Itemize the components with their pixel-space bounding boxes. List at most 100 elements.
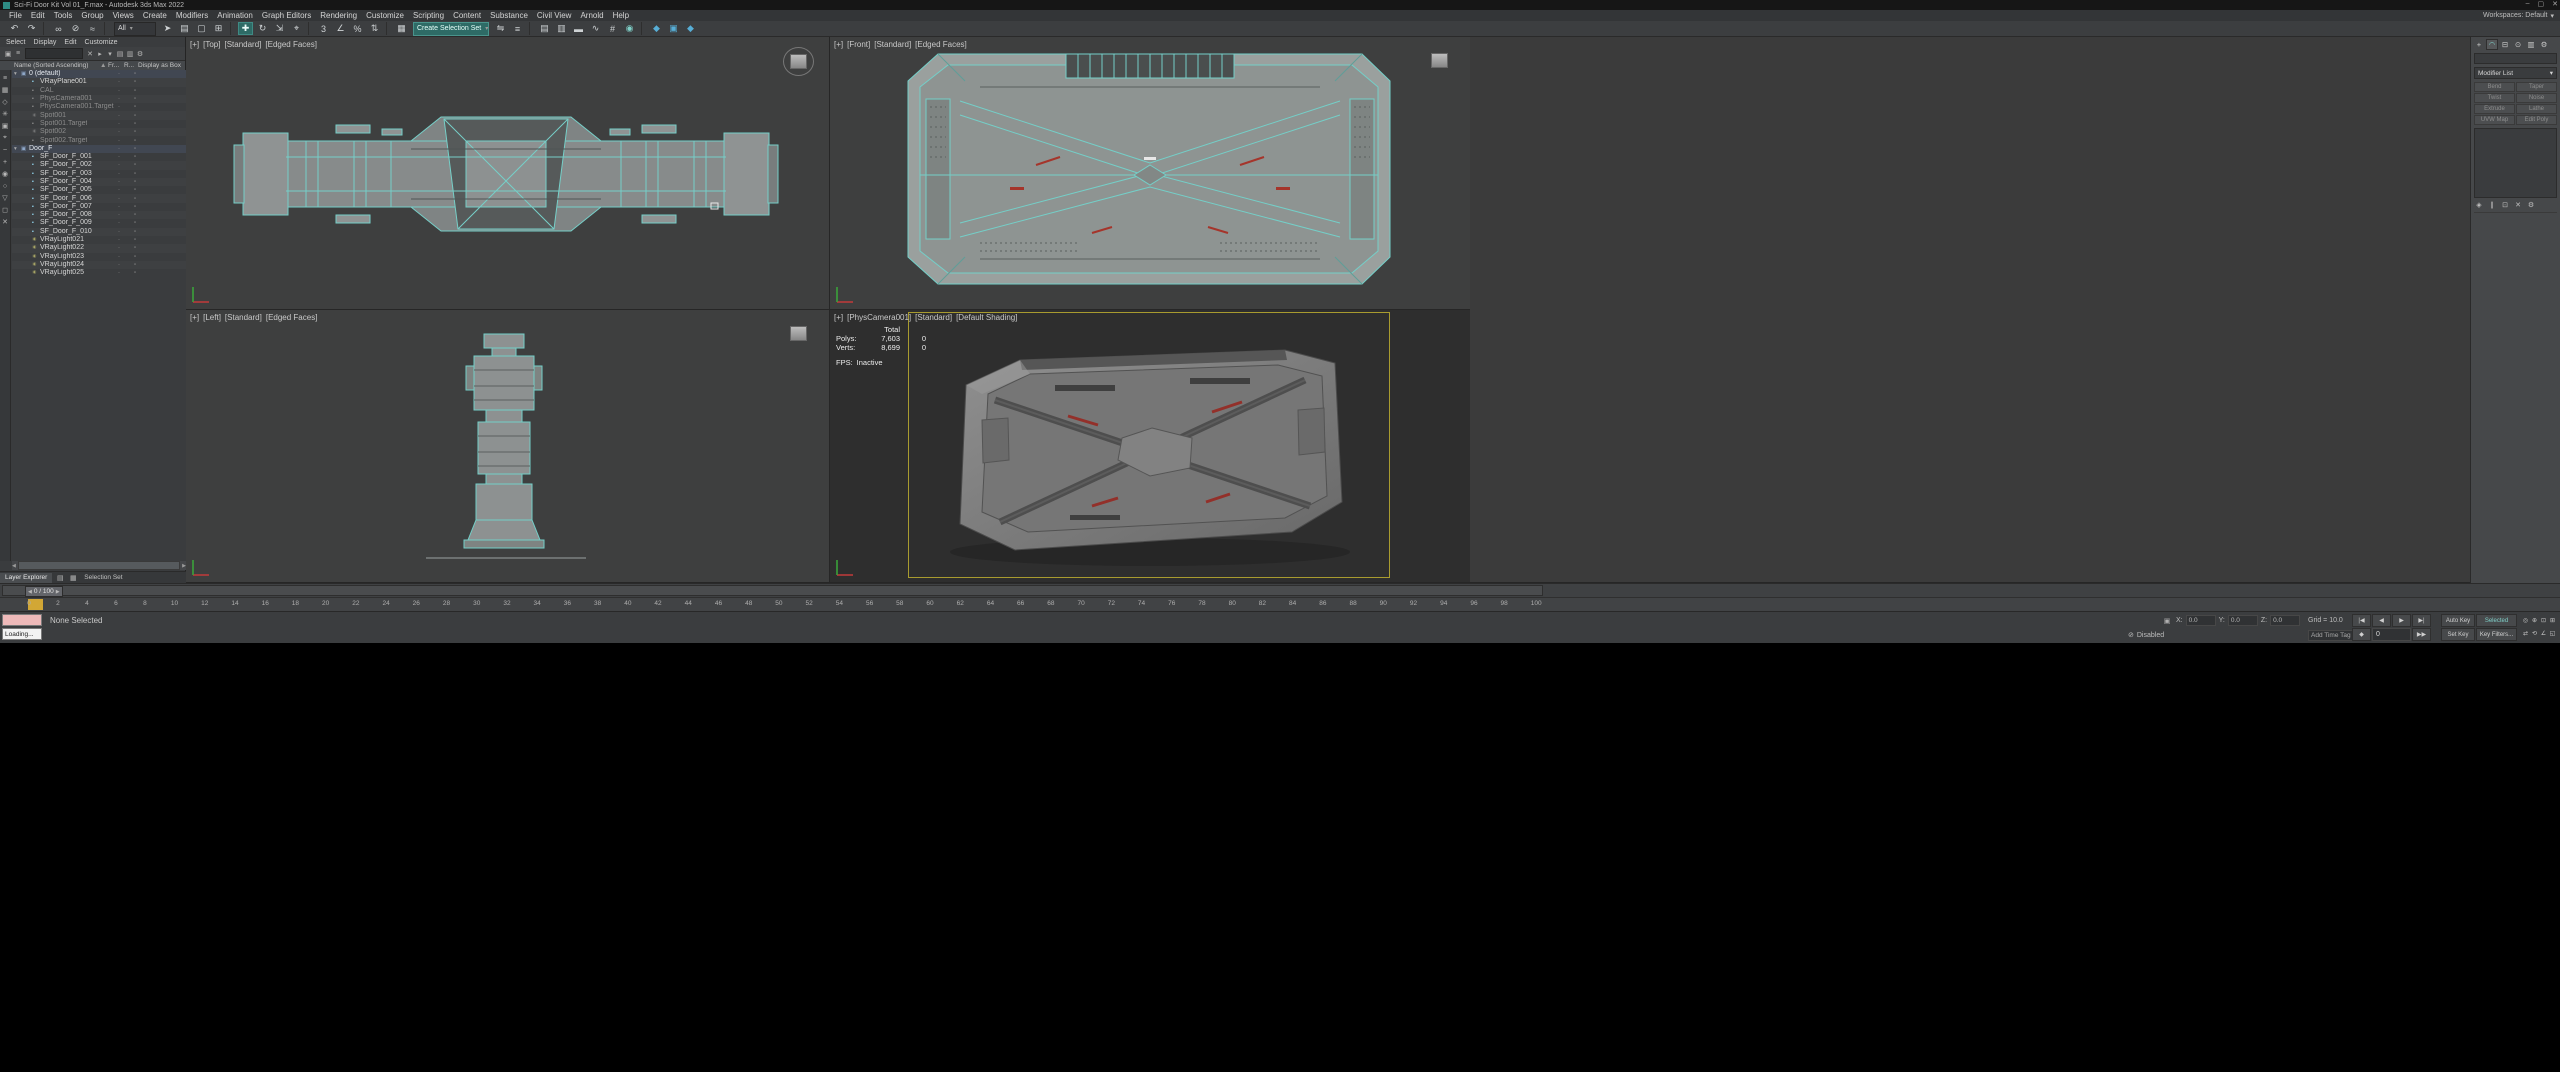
curve-editor-icon[interactable]: ∿ <box>588 22 603 35</box>
select-and-place-icon[interactable]: ⌖ <box>289 22 304 35</box>
go-to-end-button[interactable]: ▶▶ <box>2412 628 2431 641</box>
object-row[interactable]: ✳ VRayLight022 · ▫ <box>12 244 186 252</box>
object-row[interactable]: ▪ Spot001.Target · ▫ <box>12 120 186 128</box>
modifier-button[interactable]: UVW Map <box>2474 115 2515 125</box>
viewport-top[interactable]: [+] [Top] [Standard] [Edged Faces] <box>186 37 829 309</box>
display-cell[interactable]: ▫ <box>134 269 136 277</box>
menu-item[interactable]: Graph Editors <box>262 11 311 20</box>
frozen-cell[interactable]: · <box>118 95 120 103</box>
menu-item[interactable]: Tools <box>54 11 73 20</box>
display-cell[interactable]: ▫ <box>134 112 136 120</box>
display-bones-icon[interactable]: ○ <box>0 180 10 192</box>
tab-create[interactable]: + <box>2473 39 2485 50</box>
display-cell[interactable]: ▫ <box>134 170 136 178</box>
frozen-cell[interactable]: · <box>118 161 120 169</box>
redo-icon[interactable]: ↷ <box>24 22 39 35</box>
selection-set-dropdown[interactable]: Selected <box>2476 614 2517 627</box>
display-cell[interactable]: ▫ <box>134 261 136 269</box>
scroll-left-icon[interactable]: ◀ <box>12 563 16 569</box>
object-row[interactable]: ▪ SF_Door_F_001 · ▫ <box>12 153 186 161</box>
zoom-extents-all-icon[interactable]: ⊞ <box>2548 614 2557 627</box>
menu-item[interactable]: Scripting <box>413 11 444 20</box>
mirror-icon[interactable]: ⇋ <box>493 22 508 35</box>
frozen-cell[interactable]: · <box>118 120 120 128</box>
frozen-cell[interactable]: · <box>118 219 120 227</box>
current-frame-field[interactable]: 0 <box>2372 628 2411 641</box>
explorer-menu-item[interactable]: Customize <box>84 39 117 46</box>
display-geometry-icon[interactable]: ▦ <box>0 84 10 96</box>
layer-row[interactable]: ▾ ▣ 0 (default) · ▫ <box>12 70 186 79</box>
show-end-result-icon[interactable]: ∥ <box>2487 200 2497 210</box>
selection-lock-icon[interactable]: ▣ <box>2162 615 2172 626</box>
frozen-cell[interactable]: · <box>118 103 120 111</box>
display-groups-icon[interactable]: + <box>0 156 10 168</box>
object-row[interactable]: ▪ SF_Door_F_005 · ▫ <box>12 186 186 194</box>
select-and-rotate-icon[interactable]: ↻ <box>255 22 270 35</box>
modifier-button[interactable]: Extrude <box>2474 104 2515 114</box>
rectangular-selection-icon[interactable]: ▢ <box>194 22 209 35</box>
tab-selection-set[interactable]: Selection Set <box>84 574 122 581</box>
menu-item[interactable]: Modifiers <box>176 11 208 20</box>
search-input[interactable] <box>25 48 83 59</box>
explorer-list-icon[interactable]: ▤ <box>55 573 65 583</box>
separator[interactable] <box>104 22 108 35</box>
menu-item[interactable]: Civil View <box>537 11 572 20</box>
frozen-cell[interactable]: · <box>118 170 120 178</box>
menu-item[interactable]: Rendering <box>320 11 357 20</box>
menu-item[interactable]: Animation <box>217 11 253 20</box>
explorer-sync-icon[interactable]: ≡ <box>13 49 23 59</box>
explorer-grid-icon[interactable]: ▦ <box>68 573 78 583</box>
expand-arrow-icon[interactable]: ▾ <box>14 145 21 153</box>
viewport-front[interactable]: [+] [Front] [Standard] [Edged Faces] <box>830 37 1470 309</box>
display-cell[interactable]: ▫ <box>134 95 136 103</box>
clear-search-icon[interactable]: ✕ <box>85 49 95 59</box>
frozen-cell[interactable]: · <box>118 112 120 120</box>
object-row[interactable]: ▪ SF_Door_F_003 · ▫ <box>12 170 186 178</box>
display-cell[interactable]: ▫ <box>134 178 136 186</box>
viewport-menu-plus[interactable]: [+] <box>834 313 843 322</box>
explorer-columns-icon[interactable]: ▥ <box>125 49 135 59</box>
key-filters-button[interactable]: Key Filters... <box>2476 628 2517 641</box>
menu-item[interactable]: Customize <box>366 11 404 20</box>
select-and-link-icon[interactable]: ∞ <box>51 22 66 35</box>
fov-icon[interactable]: ∠ <box>2539 627 2548 640</box>
frozen-cell[interactable]: · <box>118 253 120 261</box>
viewport-menu-style[interactable]: [Standard] <box>915 313 952 322</box>
frozen-cell[interactable]: · <box>118 153 120 161</box>
orbit-icon[interactable]: ⟲ <box>2530 627 2539 640</box>
display-cell[interactable]: ▫ <box>134 236 136 244</box>
viewport-menu-style[interactable]: [Standard] <box>225 313 262 322</box>
named-selection-sets-combo[interactable]: Create Selection Set ▾ <box>413 21 489 36</box>
separator[interactable] <box>529 22 533 35</box>
separator[interactable] <box>308 22 312 35</box>
frozen-cell[interactable]: · <box>118 261 120 269</box>
viewport-menu-shading[interactable]: [Edged Faces] <box>265 40 317 49</box>
previous-frame-button[interactable]: ◀ <box>2372 614 2391 627</box>
column-header-frozen[interactable]: Fr... <box>108 62 119 69</box>
viewcube-compass[interactable] <box>783 47 814 76</box>
object-row[interactable]: ▪ SF_Door_F_002 · ▫ <box>12 161 186 169</box>
viewport-camera[interactable]: [+] [PhysCamera001] [Standard] [Default … <box>830 310 1470 582</box>
menu-item[interactable]: File <box>9 11 22 20</box>
track-bar[interactable]: 0 2 4 6 8 10 12 14 16 18 20 22 24 26 28 30 32 34 36 38 40 42 4… <box>0 597 2560 611</box>
object-row[interactable]: ✳ VRayLight024 · ▫ <box>12 261 186 269</box>
display-cell[interactable]: ▫ <box>134 87 136 95</box>
zoom-extents-icon[interactable]: ⊡ <box>2539 614 2548 627</box>
add-time-tag[interactable]: Add Time Tag <box>2308 630 2354 641</box>
layer-row[interactable]: ▾ ▣ Door_F · ▫ <box>12 144 186 153</box>
frame-back-icon[interactable]: ◀ <box>28 589 32 595</box>
maximize-viewport-icon[interactable]: ◱ <box>2548 627 2557 640</box>
display-all-icon[interactable]: ≡ <box>0 72 10 84</box>
object-row[interactable]: ▪ SF_Door_F_004 · ▫ <box>12 178 186 186</box>
bind-to-spacewarp-icon[interactable]: ≈ <box>85 22 100 35</box>
modifier-button[interactable]: Lathe <box>2516 104 2557 114</box>
time-slider[interactable]: ◀ 0 / 100 ▶ <box>0 583 2560 597</box>
object-row[interactable]: ✳ VRayLight025 · ▫ <box>12 269 186 277</box>
modifier-stack[interactable] <box>2474 128 2557 198</box>
zoom-all-icon[interactable]: ⊕ <box>2530 614 2539 627</box>
menu-item[interactable]: Substance <box>490 11 528 20</box>
render-production-icon[interactable]: ◆ <box>683 22 698 35</box>
frozen-cell[interactable]: · <box>118 244 120 252</box>
object-row[interactable]: ▪ SF_Door_F_008 · ▫ <box>12 211 186 219</box>
frozen-cell[interactable]: · <box>118 137 120 145</box>
